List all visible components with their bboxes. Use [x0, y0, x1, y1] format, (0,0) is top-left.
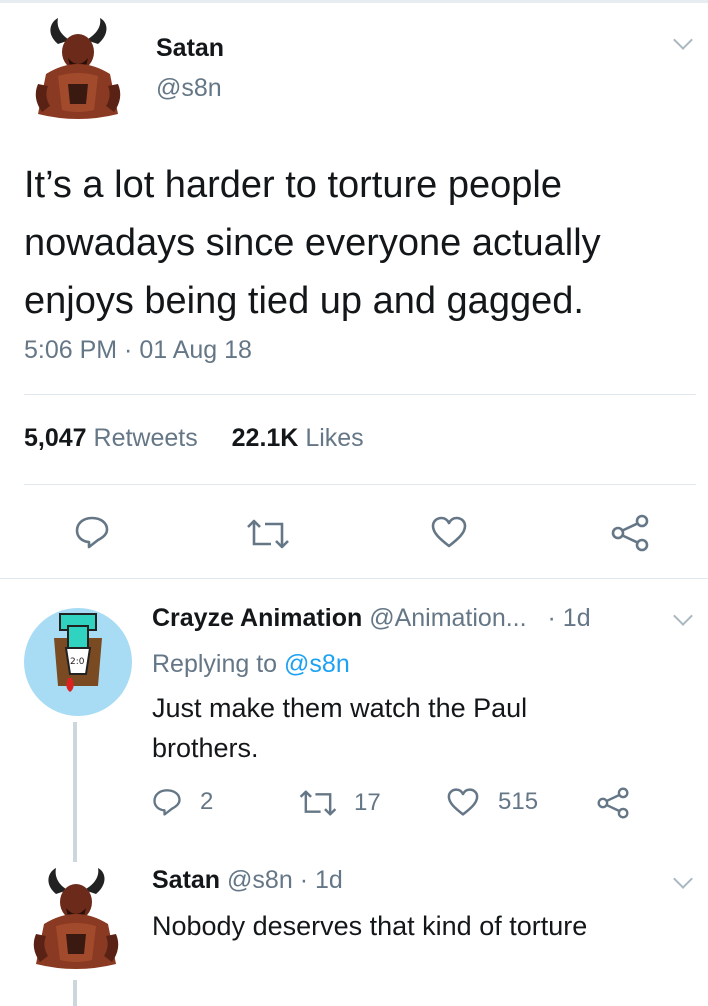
- tweet-stats: 5,047 Retweets 22.1K Likes: [24, 424, 364, 453]
- retweet-icon: [299, 790, 337, 816]
- chevron-down-icon[interactable]: [673, 606, 693, 626]
- reply-count: 2: [200, 788, 214, 815]
- divider: [24, 484, 696, 485]
- reply-text: Just make them watch the Paul brothers.: [152, 693, 528, 763]
- likes-count: 22.1K: [231, 424, 299, 452]
- reply-retweet-count: 17: [354, 789, 381, 816]
- share-icon: [611, 514, 649, 552]
- share-button[interactable]: [610, 514, 650, 552]
- replying-to-prefix: Replying to: [152, 650, 278, 678]
- reply-reply-button[interactable]: 2: [152, 787, 213, 817]
- replying-to-link[interactable]: @s8n: [284, 650, 350, 678]
- reply-2-author-handle[interactable]: @s8n: [227, 866, 293, 894]
- likes-label: Likes: [305, 424, 364, 452]
- reply-2-avatar[interactable]: [26, 864, 126, 974]
- share-icon: [597, 787, 629, 819]
- svg-text:2:0: 2:0: [70, 657, 85, 667]
- avatar-devil-image: [35, 18, 121, 119]
- retweets-stat[interactable]: 5,047 Retweets: [24, 424, 205, 452]
- retweets-count: 5,047: [24, 424, 87, 452]
- reply-avatar[interactable]: 2:0: [24, 608, 132, 716]
- thread-line: [73, 980, 77, 1006]
- reply-header: Crayze Animation @Animation... · 1d: [152, 604, 591, 633]
- thread-line: [73, 722, 77, 862]
- heart-icon: [447, 788, 479, 816]
- avatar-cartoon-image: 2:0: [54, 613, 102, 692]
- avatar[interactable]: [28, 14, 128, 124]
- reply-age[interactable]: · 1d: [548, 604, 591, 632]
- author-handle[interactable]: @s8n: [156, 74, 222, 103]
- chevron-down-icon[interactable]: [673, 869, 693, 889]
- retweet-icon: [247, 519, 289, 549]
- replying-to: Replying to @s8n: [152, 650, 350, 679]
- reply-2-age[interactable]: · 1d: [300, 866, 343, 894]
- reply-author-handle[interactable]: @Animation...: [369, 604, 526, 632]
- divider: [24, 394, 696, 395]
- reply-icon: [153, 789, 181, 816]
- top-border: [0, 0, 708, 3]
- like-button[interactable]: [430, 515, 468, 549]
- tweet-timestamp[interactable]: 5:06 PM · 01 Aug 18: [24, 336, 252, 365]
- likes-stat[interactable]: 22.1K Likes: [232, 424, 364, 452]
- reply-author-name[interactable]: Crayze Animation: [152, 604, 362, 632]
- reply-2-text: Nobody deserves that kind of torture: [152, 911, 588, 941]
- tweet-text: It’s a lot harder to torture people nowa…: [24, 164, 601, 322]
- reply-2-author-name[interactable]: Satan: [152, 866, 220, 894]
- chevron-down-icon[interactable]: [673, 30, 693, 50]
- reply-2-header: Satan @s8n · 1d: [152, 866, 343, 895]
- reply-icon: [75, 516, 109, 549]
- retweet-button[interactable]: [245, 518, 291, 550]
- divider: [0, 578, 708, 579]
- author-name[interactable]: Satan: [156, 34, 224, 63]
- reply-button[interactable]: [74, 514, 110, 550]
- reply-like-count: 515: [498, 788, 539, 815]
- retweets-label: Retweets: [93, 424, 198, 452]
- reply-like-button[interactable]: 515: [446, 787, 538, 817]
- reply-share-button[interactable]: [596, 787, 630, 819]
- avatar-devil-image: [33, 868, 119, 969]
- reply-retweet-button[interactable]: 17: [298, 789, 381, 817]
- heart-icon: [431, 516, 467, 548]
